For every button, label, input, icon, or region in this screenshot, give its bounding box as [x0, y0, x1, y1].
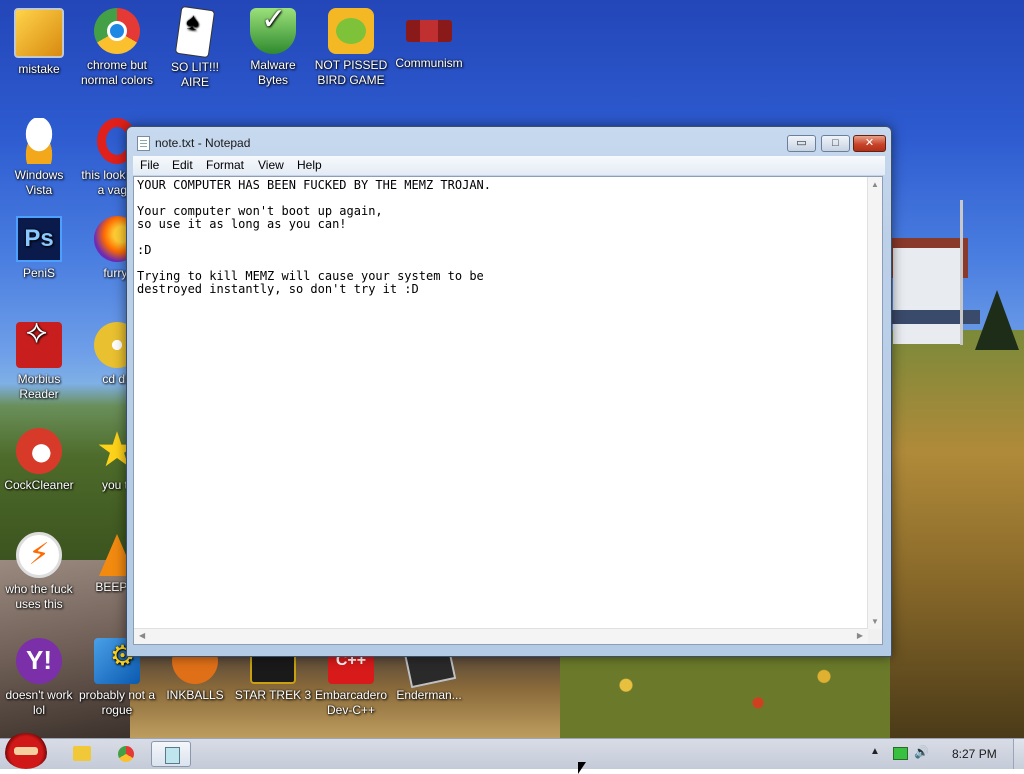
- taskbar: ▲ 🔊 8:27 PM: [0, 733, 1024, 769]
- show-desktop-button[interactable]: [1013, 739, 1024, 769]
- menu-help[interactable]: Help: [297, 158, 322, 172]
- desktop-icon-label: Communism: [395, 56, 463, 70]
- window-title: note.txt - Notepad: [155, 136, 251, 150]
- menu-edit[interactable]: Edit: [172, 158, 193, 172]
- start-orb-icon[interactable]: [4, 733, 48, 769]
- mouse-cursor-icon: [578, 762, 586, 774]
- yahoo-icon: Y!: [16, 638, 62, 684]
- menu-bar: File Edit Format View Help: [133, 156, 885, 175]
- minimize-button[interactable]: ▭: [787, 135, 816, 152]
- bolt-icon: ⚡: [16, 532, 62, 578]
- house: [893, 248, 963, 344]
- desktop-icon-communism[interactable]: Communism: [390, 8, 468, 71]
- notepad-icon[interactable]: [151, 741, 191, 767]
- horizontal-scrollbar[interactable]: ◀ ▶: [134, 628, 868, 644]
- desktop-icon-label: Enderman...: [396, 688, 462, 702]
- solitaire-icon: [174, 5, 216, 59]
- close-button[interactable]: ✕: [853, 135, 886, 152]
- ccleaner-icon: [16, 428, 62, 474]
- photoshop-icon: Ps: [16, 216, 62, 262]
- computer-icon: [14, 8, 64, 58]
- explorer-icon[interactable]: [62, 741, 102, 767]
- house-porch-roof: [888, 310, 980, 324]
- title-bar[interactable]: note.txt - Notepad ▭ □ ✕: [127, 127, 891, 157]
- egg-icon: [16, 118, 62, 164]
- emblem-icon: [406, 20, 452, 42]
- menu-format[interactable]: Format: [206, 158, 244, 172]
- desktop-icon-label: Embarcadero Dev-C++: [314, 688, 388, 717]
- desktop-icon-label: who the fuck uses this: [5, 582, 73, 611]
- document-text[interactable]: YOUR COMPUTER HAS BEEN FUCKED BY THE MEM…: [137, 179, 491, 296]
- landscape-hill: [880, 330, 1024, 738]
- desktop-icon-label: mistake: [18, 62, 60, 76]
- desktop-icon-label: PeniS: [22, 266, 56, 280]
- desktop-icon-yahoo[interactable]: Y! doesn't work lol: [0, 638, 78, 718]
- desktop-icon-windows-vista[interactable]: Windows Vista: [0, 118, 78, 198]
- network-icon[interactable]: [893, 747, 908, 760]
- desktop-icon-cockcleaner[interactable]: CockCleaner: [0, 428, 78, 493]
- scroll-down-icon[interactable]: ▼: [871, 617, 879, 626]
- desktop-icon-solitaire[interactable]: SO LIT!!! AIRE: [156, 5, 234, 90]
- desktop-icon-pig-game[interactable]: NOT PISSED BIRD GAME: [312, 8, 390, 88]
- text-editor[interactable]: YOUR COMPUTER HAS BEEN FUCKED BY THE MEM…: [133, 176, 883, 645]
- pig-icon: [328, 8, 374, 54]
- desktop-icon-label: doesn't work lol: [5, 688, 73, 717]
- desktop-icon-label: STAR TREK 3: [234, 688, 312, 702]
- shield-icon: [250, 8, 296, 54]
- scroll-left-icon[interactable]: ◀: [139, 631, 145, 640]
- notepad-icon: [137, 136, 150, 151]
- vertical-scrollbar[interactable]: ▲ ▼: [867, 177, 882, 629]
- chrome-icon[interactable]: [106, 741, 146, 767]
- scroll-right-icon[interactable]: ▶: [857, 631, 863, 640]
- desktop-icon-who-uses-this[interactable]: ⚡ who the fuck uses this: [0, 532, 78, 612]
- desktop-icon-label: CockCleaner: [4, 478, 74, 492]
- desktop-icon-label: NOT PISSED BIRD GAME: [314, 58, 388, 87]
- flag-pole: [960, 200, 963, 345]
- clock[interactable]: 8:27 PM: [952, 747, 997, 761]
- maximize-button[interactable]: □: [821, 135, 850, 152]
- scroll-up-icon[interactable]: ▲: [871, 180, 879, 189]
- notepad-window[interactable]: note.txt - Notepad ▭ □ ✕ File Edit Forma…: [126, 126, 892, 657]
- desktop-icon-label: chrome but normal colors: [80, 58, 154, 87]
- resize-grip[interactable]: [868, 629, 882, 644]
- desktop-icon-label: SO LIT!!! AIRE: [170, 60, 219, 89]
- desktop-icon-label: probably not a rogue: [78, 688, 156, 717]
- menu-file[interactable]: File: [140, 158, 159, 172]
- desktop-icon-malwarebytes[interactable]: Malware Bytes: [234, 8, 312, 88]
- show-hidden-icons-icon[interactable]: ▲: [870, 746, 880, 757]
- desktop-icon-chrome[interactable]: chrome but normal colors: [78, 8, 156, 88]
- flower-field: [560, 650, 890, 738]
- desktop-icon-label: Morbius Reader: [17, 372, 61, 401]
- desktop-icon-mistake[interactable]: mistake: [0, 8, 78, 77]
- menu-view[interactable]: View: [258, 158, 284, 172]
- desktop-icon-label: INKBALLS: [166, 688, 224, 702]
- volume-icon[interactable]: 🔊: [914, 745, 929, 759]
- desktop-icon-label: Windows Vista: [14, 168, 64, 197]
- pine-tree: [975, 290, 1019, 350]
- desktop-icon-penis[interactable]: Ps PeniS: [0, 216, 78, 281]
- chrome-icon: [94, 8, 140, 54]
- desktop-icon-label: Malware Bytes: [250, 58, 296, 87]
- desktop-icon-morbius-reader[interactable]: Morbius Reader: [0, 322, 78, 402]
- pdf-icon: [16, 322, 62, 368]
